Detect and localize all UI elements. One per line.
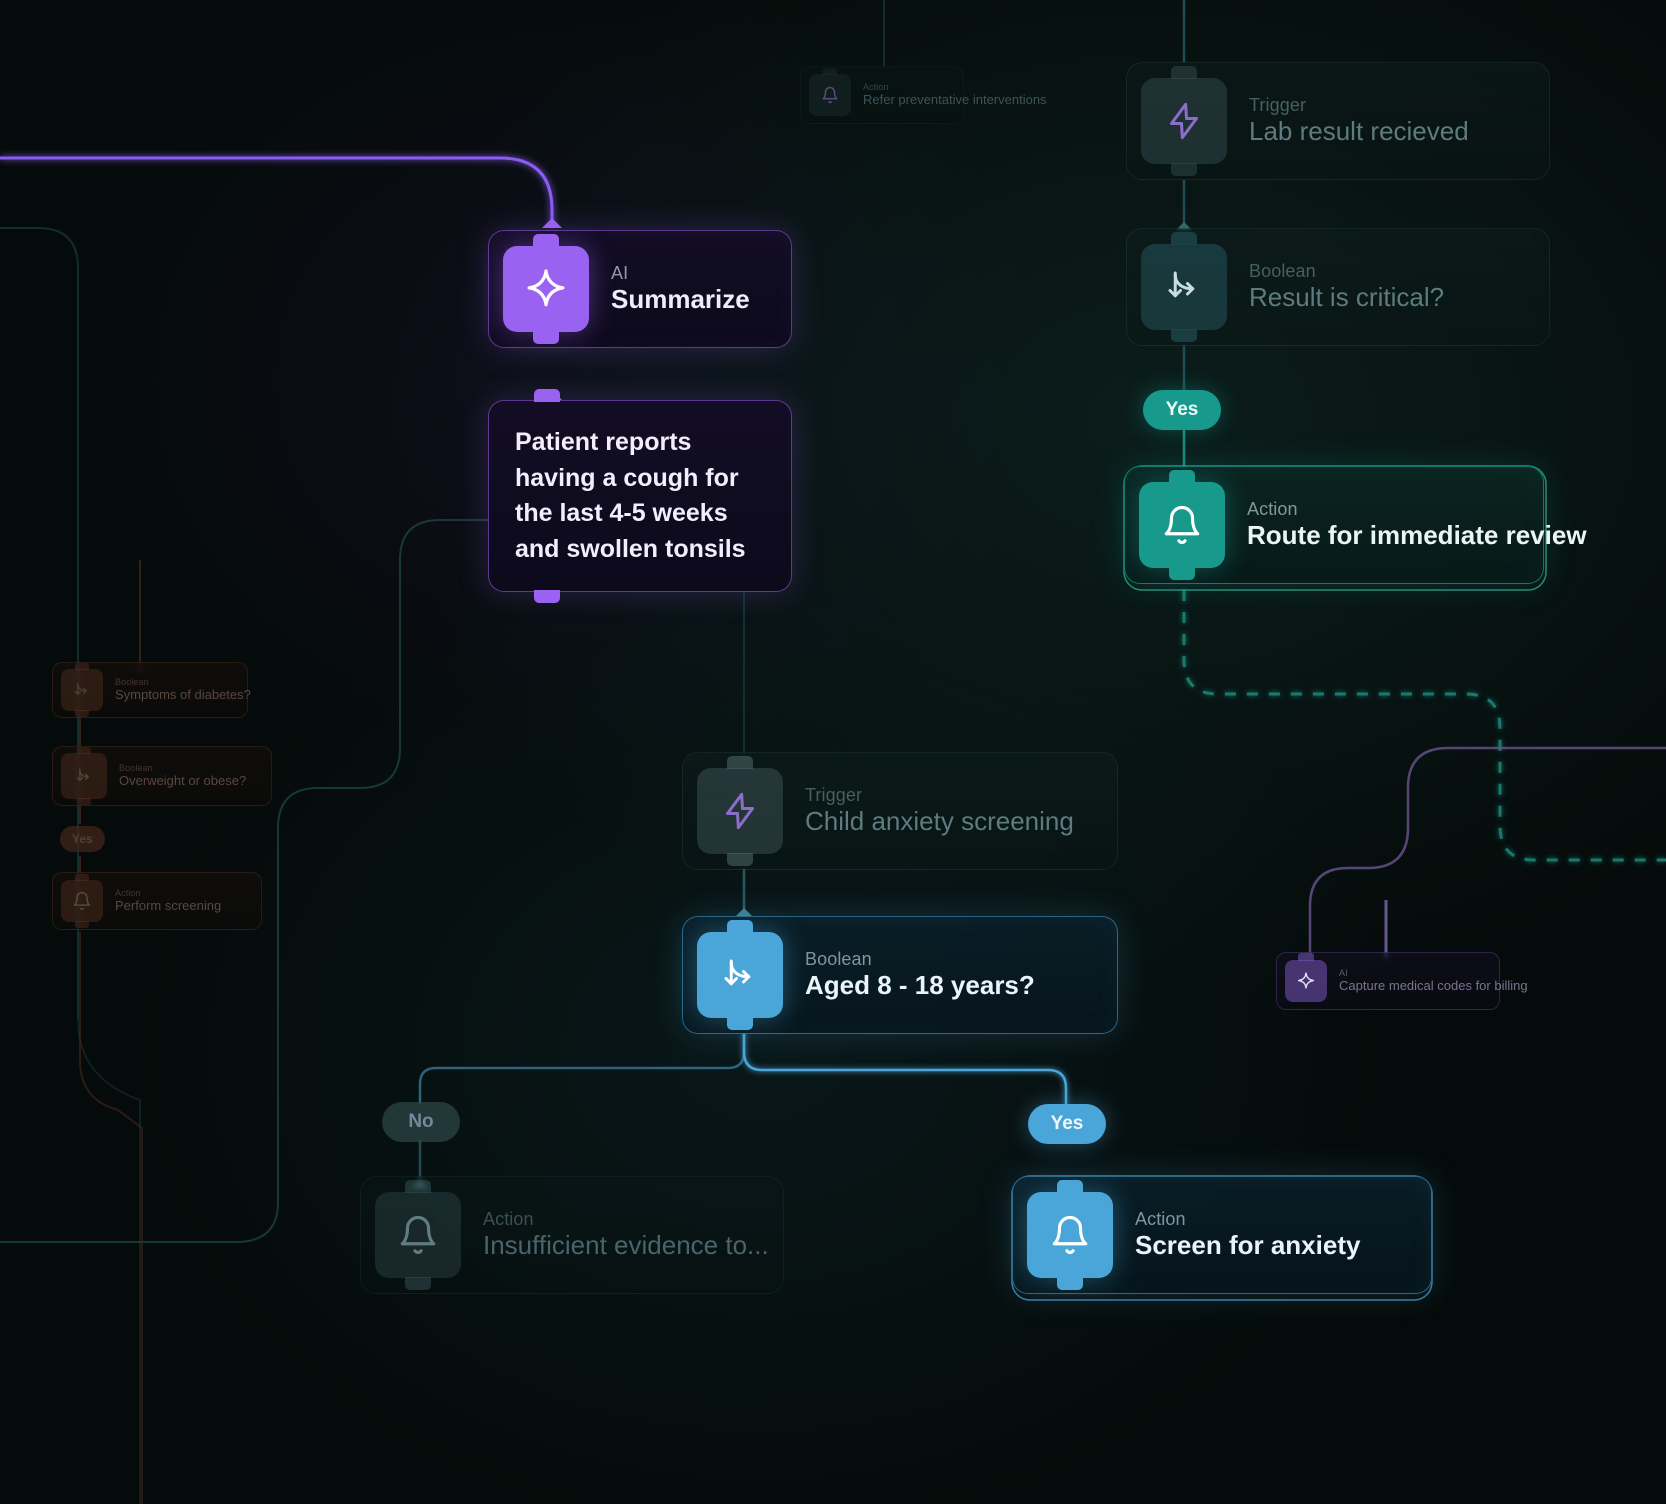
connector-tab-bottom [405, 1277, 431, 1290]
node-overweight-or-obese[interactable]: Boolean Overweight or obese? [52, 746, 272, 806]
connector-tab-bottom [1171, 163, 1197, 176]
bell-icon [1027, 1180, 1113, 1290]
node-kind-label: Action [1247, 499, 1298, 520]
edge-label-yes-critical[interactable]: Yes [1143, 390, 1221, 430]
node-route-immediate-review[interactable]: Action Route for immediate review [1124, 466, 1587, 584]
node-title: Perform screening [115, 898, 222, 914]
connector-tab-bottom [533, 331, 559, 344]
connector-tab-bottom [727, 853, 753, 866]
node-title: Summarize [611, 283, 750, 314]
connector-tab-bottom [727, 1017, 753, 1030]
node-child-anxiety-screening[interactable]: Trigger Child anxiety screening [682, 752, 1118, 870]
connector-tab-top [405, 1180, 431, 1193]
bell-icon [809, 68, 851, 116]
node-title: Aged 8 - 18 years? [805, 969, 1035, 1000]
patient-report-bubble[interactable]: Patient reports having a cough for the l… [488, 389, 792, 603]
node-title: Symptoms of diabetes? [115, 687, 251, 703]
edge-label-yes-overweight[interactable]: Yes [60, 826, 105, 852]
bell-icon [1139, 470, 1225, 580]
node-kind-label: Action [483, 1209, 534, 1230]
node-refer-preventative[interactable]: Action Refer preventative interventions [800, 66, 1047, 124]
connector-tab-bottom [77, 798, 91, 805]
node-insufficient-evidence[interactable]: Action Insufficient evidence to... [360, 1176, 784, 1294]
connector-tab-bottom [1169, 567, 1195, 580]
connector-tab-top [1298, 953, 1314, 961]
bell-icon [61, 874, 103, 928]
node-title: Screen for anxiety [1135, 1229, 1361, 1260]
node-kind-label: Boolean [119, 763, 153, 774]
node-kind-label: Trigger [1249, 95, 1307, 116]
bell-icon [375, 1180, 461, 1290]
node-title: Insufficient evidence to... [483, 1229, 769, 1260]
node-title: Refer preventative interventions [863, 92, 1047, 108]
sparkle-icon [1285, 953, 1327, 1002]
connector-tab-top [1171, 232, 1197, 245]
node-screen-for-anxiety[interactable]: Action Screen for anxiety [1012, 1176, 1432, 1294]
node-kind-label: Trigger [805, 785, 863, 806]
connector-tab-top [534, 389, 560, 402]
connector-tab-top [1169, 470, 1195, 483]
node-title: Child anxiety screening [805, 805, 1074, 836]
node-kind-label: Boolean [1249, 261, 1316, 282]
node-kind-label: Action [863, 82, 889, 93]
lightning-icon [697, 756, 783, 866]
connector-tab-top [727, 920, 753, 933]
edge-label-text: No [408, 1111, 434, 1132]
lightning-icon [1141, 66, 1227, 176]
edge-label-no-aged[interactable]: No [382, 1102, 460, 1142]
connector-tab-top [1171, 66, 1197, 79]
connector-tab-bottom [534, 590, 560, 603]
connector-tab-top [1057, 1180, 1083, 1193]
edge-label-text: Yes [1050, 1113, 1084, 1134]
connector-tab-top [75, 874, 89, 881]
branch-arrow-icon [1141, 232, 1227, 342]
edge-label-text: Yes [72, 832, 93, 846]
connector-tab-top [533, 234, 559, 247]
node-kind-label: Action [1135, 1209, 1186, 1230]
branch-arrow-icon [697, 920, 783, 1030]
node-aged-8-18-years[interactable]: Boolean Aged 8 - 18 years? [682, 916, 1118, 1034]
node-title: Result is critical? [1249, 281, 1445, 312]
branch-arrow-icon [61, 663, 103, 717]
edge-label-yes-aged[interactable]: Yes [1028, 1104, 1106, 1144]
connector-tab-top [75, 663, 89, 670]
connector-tab-bottom [75, 710, 89, 717]
sparkle-icon [503, 234, 589, 344]
node-kind-label: Boolean [805, 949, 872, 970]
node-perform-screening[interactable]: Action Perform screening [52, 872, 262, 930]
connector-tab-top [727, 756, 753, 769]
node-title: Lab result recieved [1249, 115, 1469, 146]
node-kind-label: Action [115, 888, 141, 899]
connector-tab-bottom [1171, 329, 1197, 342]
workflow-canvas[interactable]: Action Refer preventative interventions … [0, 0, 1666, 1504]
node-title: Overweight or obese? [119, 773, 247, 789]
node-result-is-critical[interactable]: Boolean Result is critical? [1126, 228, 1550, 346]
node-kind-label: Boolean [115, 677, 149, 688]
connector-tab-top [823, 68, 837, 75]
node-capture-medical-codes[interactable]: AI Capture medical codes for billing [1276, 952, 1528, 1010]
node-title: Route for immediate review [1247, 519, 1587, 550]
node-symptoms-of-diabetes[interactable]: Boolean Symptoms of diabetes? [52, 662, 251, 718]
node-title: Capture medical codes for billing [1339, 978, 1528, 994]
node-kind-label: AI [611, 263, 629, 284]
branch-arrow-icon [61, 747, 107, 805]
node-lab-result-received[interactable]: Trigger Lab result recieved [1126, 62, 1550, 180]
connector-tab-bottom [75, 921, 89, 928]
edge-label-text: Yes [1165, 399, 1199, 420]
connector-tab-bottom [1057, 1277, 1083, 1290]
connector-tab-top [77, 747, 91, 754]
bubble-text: Patient reports having a cough for the l… [515, 428, 746, 563]
node-ai-summarize[interactable]: AI Summarize [488, 230, 792, 348]
node-kind-label: AI [1339, 968, 1348, 979]
